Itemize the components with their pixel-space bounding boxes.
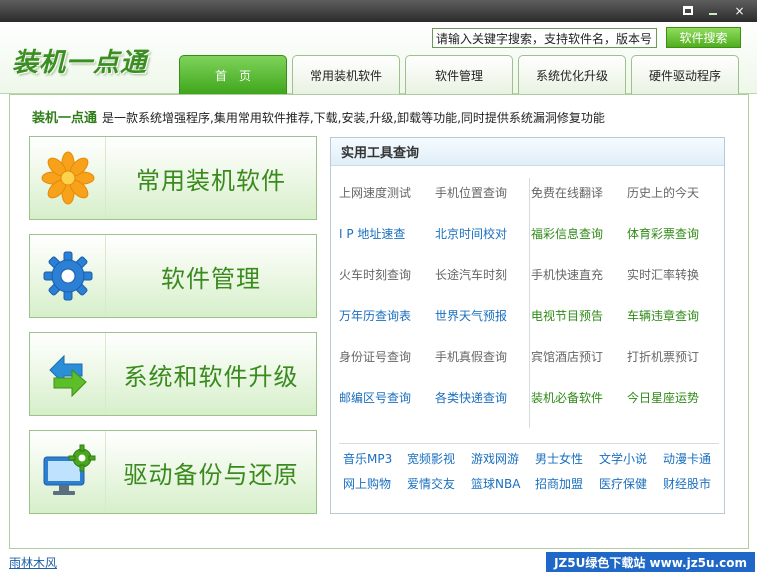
system-upgrade-label: 系统和软件升级 xyxy=(123,362,299,391)
tool-link[interactable]: 手机位置查询 xyxy=(435,184,531,203)
tools-separator xyxy=(339,443,719,444)
tool-link[interactable]: 手机真假查询 xyxy=(435,348,531,367)
tool-link[interactable]: 实时汇率转换 xyxy=(627,266,723,285)
category-link[interactable]: 财经股市 xyxy=(663,475,727,494)
close-icon: × xyxy=(734,3,745,18)
tool-link[interactable]: 世界天气预报 xyxy=(435,307,531,326)
common-software-label: 常用装机软件 xyxy=(136,166,286,195)
category-link[interactable]: 爱情交友 xyxy=(407,475,471,494)
tools-panel: 实用工具查询 上网速度测试 手机位置查询 免费在线翻译 历史上的今天 I P 地址速查北… xyxy=(330,137,725,514)
app-logo: 装机一点通 xyxy=(12,48,148,78)
tool-link[interactable]: 今日星座运势 xyxy=(627,389,723,408)
watermark: JZ5U绿色下载站 www.jz5u.com xyxy=(546,552,755,572)
tool-link[interactable]: 历史上的今天 xyxy=(627,184,723,203)
software-management-label: 软件管理 xyxy=(161,264,261,293)
tab-hardware-drivers[interactable]: 硬件驱动程序 xyxy=(631,55,739,94)
tool-link[interactable]: 体育彩票查询 xyxy=(627,225,723,244)
tool-link[interactable]: 车辆违章查询 xyxy=(627,307,723,326)
tool-link[interactable]: 北京时间校对 xyxy=(435,225,531,244)
category-link[interactable]: 游戏网游 xyxy=(471,450,535,469)
tool-link[interactable]: 邮编区号查询 xyxy=(339,389,435,408)
close-button[interactable]: × xyxy=(726,1,753,20)
intro-app-name: 装机一点通 xyxy=(32,111,98,126)
tab-common-software[interactable]: 常用装机软件 xyxy=(292,55,400,94)
tab-home[interactable]: 首 页 xyxy=(179,55,287,94)
minimize-button[interactable] xyxy=(699,1,726,20)
intro-text: 装机一点通 是一款系统增强程序,集用常用软件推荐,下载,安装,升级,卸载等功能,同… xyxy=(32,107,605,126)
tool-link[interactable]: 电视节目预告 xyxy=(531,307,627,326)
search-button[interactable]: 软件搜索 xyxy=(666,27,741,48)
sync-arrows-icon xyxy=(30,333,106,415)
tool-link[interactable]: 身份证号查询 xyxy=(339,348,435,367)
category-link[interactable]: 网上购物 xyxy=(343,475,407,494)
tab-system-optimize[interactable]: 系统优化升级 xyxy=(518,55,626,94)
tool-link[interactable]: I P 地址速查 xyxy=(339,225,435,244)
tools-title: 实用工具查询 xyxy=(331,138,724,166)
intro-description: 是一款系统增强程序,集用常用软件推荐,下载,安装,升级,卸载等功能,同时提供系统… xyxy=(102,111,605,125)
driver-backup-label: 驱动备份与还原 xyxy=(123,460,299,489)
tool-link[interactable]: 上网速度测试 xyxy=(339,184,435,203)
tab-software-management[interactable]: 软件管理 xyxy=(405,55,513,94)
main-tabs: 首 页 常用装机软件 软件管理 系统优化升级 硬件驱动程序 xyxy=(179,55,739,94)
driver-backup-button[interactable]: 驱动备份与还原 xyxy=(29,430,317,514)
category-link[interactable]: 篮球NBA xyxy=(471,475,535,494)
category-link[interactable]: 文学小说 xyxy=(599,450,663,469)
tool-link[interactable]: 免费在线翻译 xyxy=(531,184,627,203)
window-controls: × xyxy=(677,1,753,20)
category-links: 音乐MP3 宽频影视 游戏网游 男士女性 文学小说 动漫卡通 网上购物 爱情交友 篮球NBA 招商… xyxy=(343,450,723,494)
minimize-icon xyxy=(708,12,717,15)
tool-link[interactable]: 宾馆酒店预订 xyxy=(531,348,627,367)
tool-link[interactable]: 火车时刻查询 xyxy=(339,266,435,285)
software-management-button[interactable]: 软件管理 xyxy=(29,234,317,318)
category-link[interactable]: 动漫卡通 xyxy=(663,450,727,469)
maximize-button[interactable] xyxy=(677,1,699,20)
tool-link[interactable]: 万年历查询表 xyxy=(339,307,435,326)
tool-link[interactable]: 打折机票预订 xyxy=(627,348,723,367)
tools-grid: 上网速度测试 手机位置查询 免费在线翻译 历史上的今天 I P 地址速查 北京时间校对 福彩… xyxy=(339,184,719,408)
category-link[interactable]: 招商加盟 xyxy=(535,475,599,494)
main-panel: 装机一点通 是一款系统增强程序,集用常用软件推荐,下载,安装,升级,卸载等功能,同… xyxy=(9,94,749,549)
flower-icon xyxy=(30,137,106,219)
gear-icon xyxy=(30,235,106,317)
tool-link[interactable]: 各类快递查询 xyxy=(435,389,531,408)
category-link[interactable]: 医疗保健 xyxy=(599,475,663,494)
maximize-icon xyxy=(683,6,693,15)
category-link[interactable]: 男士女性 xyxy=(535,450,599,469)
footer: 雨林木风 JZ5U绿色下载站 www.jz5u.com xyxy=(0,549,757,574)
tool-link[interactable]: 福彩信息查询 xyxy=(531,225,627,244)
system-upgrade-button[interactable]: 系统和软件升级 xyxy=(29,332,317,416)
tool-link[interactable]: 装机必备软件 xyxy=(531,389,627,408)
tool-link[interactable]: 手机快速直充 xyxy=(531,266,627,285)
category-link[interactable]: 宽频影视 xyxy=(407,450,471,469)
monitor-gear-icon xyxy=(30,431,106,513)
title-bar: × xyxy=(0,0,757,22)
footer-link[interactable]: 雨林木风 xyxy=(9,554,57,571)
category-link[interactable]: 音乐MP3 xyxy=(343,450,407,469)
search-input[interactable] xyxy=(432,28,657,48)
tool-link[interactable]: 长途汽车时刻 xyxy=(435,266,531,285)
common-software-button[interactable]: 常用装机软件 xyxy=(29,136,317,220)
